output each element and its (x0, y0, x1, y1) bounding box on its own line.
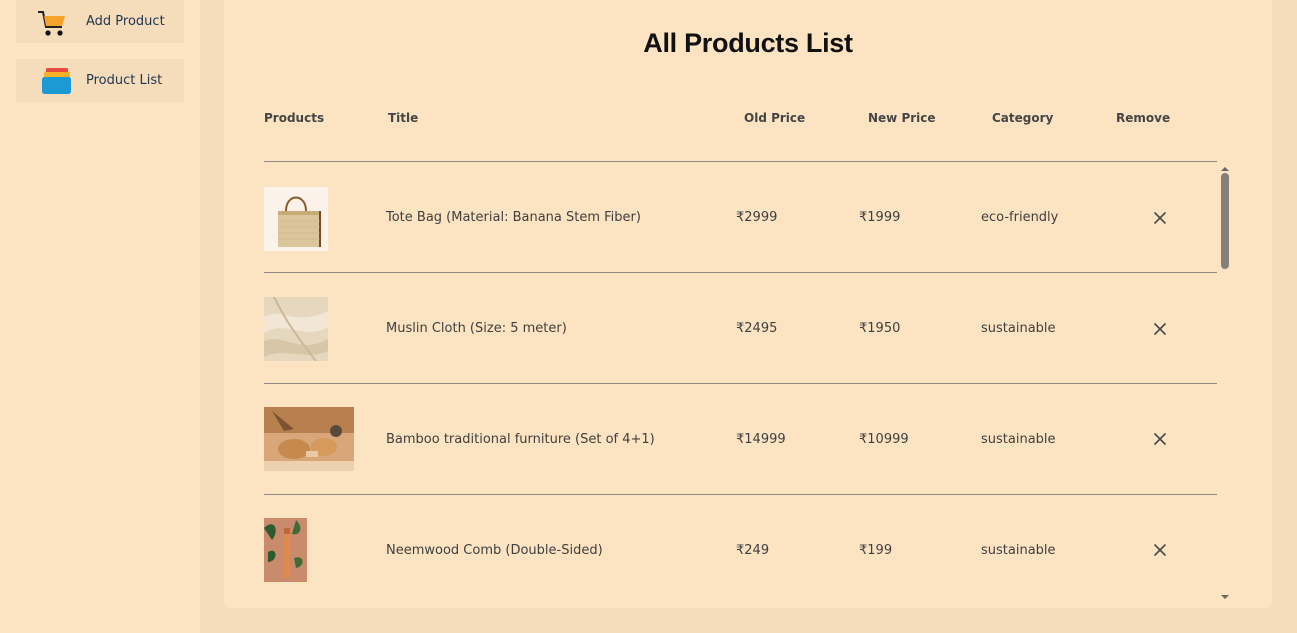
product-category: eco-friendly (981, 210, 1059, 225)
product-new-price: ₹10999 (859, 432, 909, 447)
scroll-down-arrow-icon[interactable] (1219, 586, 1231, 599)
column-header-category: Category (992, 111, 1054, 125)
remove-icon[interactable] (1153, 432, 1167, 446)
table-row: Muslin Cloth (Size: 5 meter) ₹2495 ₹1950… (264, 272, 1217, 383)
column-header-products: Products (264, 111, 325, 125)
sidebar-item-label: Product List (86, 73, 163, 88)
product-old-price: ₹2999 (736, 210, 778, 225)
product-title: Muslin Cloth (Size: 5 meter) (386, 321, 567, 336)
product-old-price: ₹14999 (736, 432, 786, 447)
product-title: Tote Bag (Material: Banana Stem Fiber) (386, 210, 641, 225)
table-row: Neemwood Comb (Double-Sided) ₹249 ₹199 s… (264, 494, 1217, 605)
sidebar-item-label: Add Product (86, 14, 165, 29)
scroll-up-arrow-icon[interactable] (1219, 158, 1231, 171)
product-category: sustainable (981, 321, 1056, 336)
product-category: sustainable (981, 432, 1056, 447)
product-image-muslin-cloth (264, 296, 328, 362)
product-title: Bamboo traditional furniture (Set of 4+1… (386, 432, 655, 447)
product-list-icon (36, 66, 76, 96)
cart-icon (36, 7, 76, 37)
product-list[interactable]: Tote Bag (Material: Banana Stem Fiber) ₹… (264, 161, 1217, 608)
sidebar: Add Product Product List (0, 0, 200, 633)
sidebar-item-add-product[interactable]: Add Product (16, 0, 184, 43)
scrollbar[interactable] (1219, 158, 1231, 599)
sidebar-item-product-list[interactable]: Product List (16, 59, 184, 102)
product-new-price: ₹1950 (859, 321, 901, 336)
product-image-neemwood-comb (264, 518, 307, 582)
table-row: Bamboo traditional furniture (Set of 4+1… (264, 383, 1217, 494)
table-row: Tote Bag (Material: Banana Stem Fiber) ₹… (264, 161, 1217, 272)
product-old-price: ₹249 (736, 543, 770, 558)
product-image-tote-bag (264, 187, 328, 251)
product-category: sustainable (981, 543, 1056, 558)
column-header-new-price: New Price (868, 111, 936, 125)
remove-icon[interactable] (1153, 322, 1167, 336)
column-header-remove: Remove (1116, 111, 1171, 125)
product-image-bamboo-furniture (264, 407, 354, 471)
scrollbar-thumb[interactable] (1221, 173, 1229, 269)
product-old-price: ₹2495 (736, 321, 778, 336)
page-title: All Products List (643, 28, 853, 58)
column-header-old-price: Old Price (744, 111, 806, 125)
column-header-title: Title (388, 111, 419, 125)
product-new-price: ₹199 (859, 543, 893, 558)
product-list-panel: All Products List Products Title Old Pri… (224, 0, 1272, 608)
product-title: Neemwood Comb (Double-Sided) (386, 543, 603, 558)
product-new-price: ₹1999 (859, 210, 901, 225)
remove-icon[interactable] (1153, 211, 1167, 225)
remove-icon[interactable] (1153, 543, 1167, 557)
